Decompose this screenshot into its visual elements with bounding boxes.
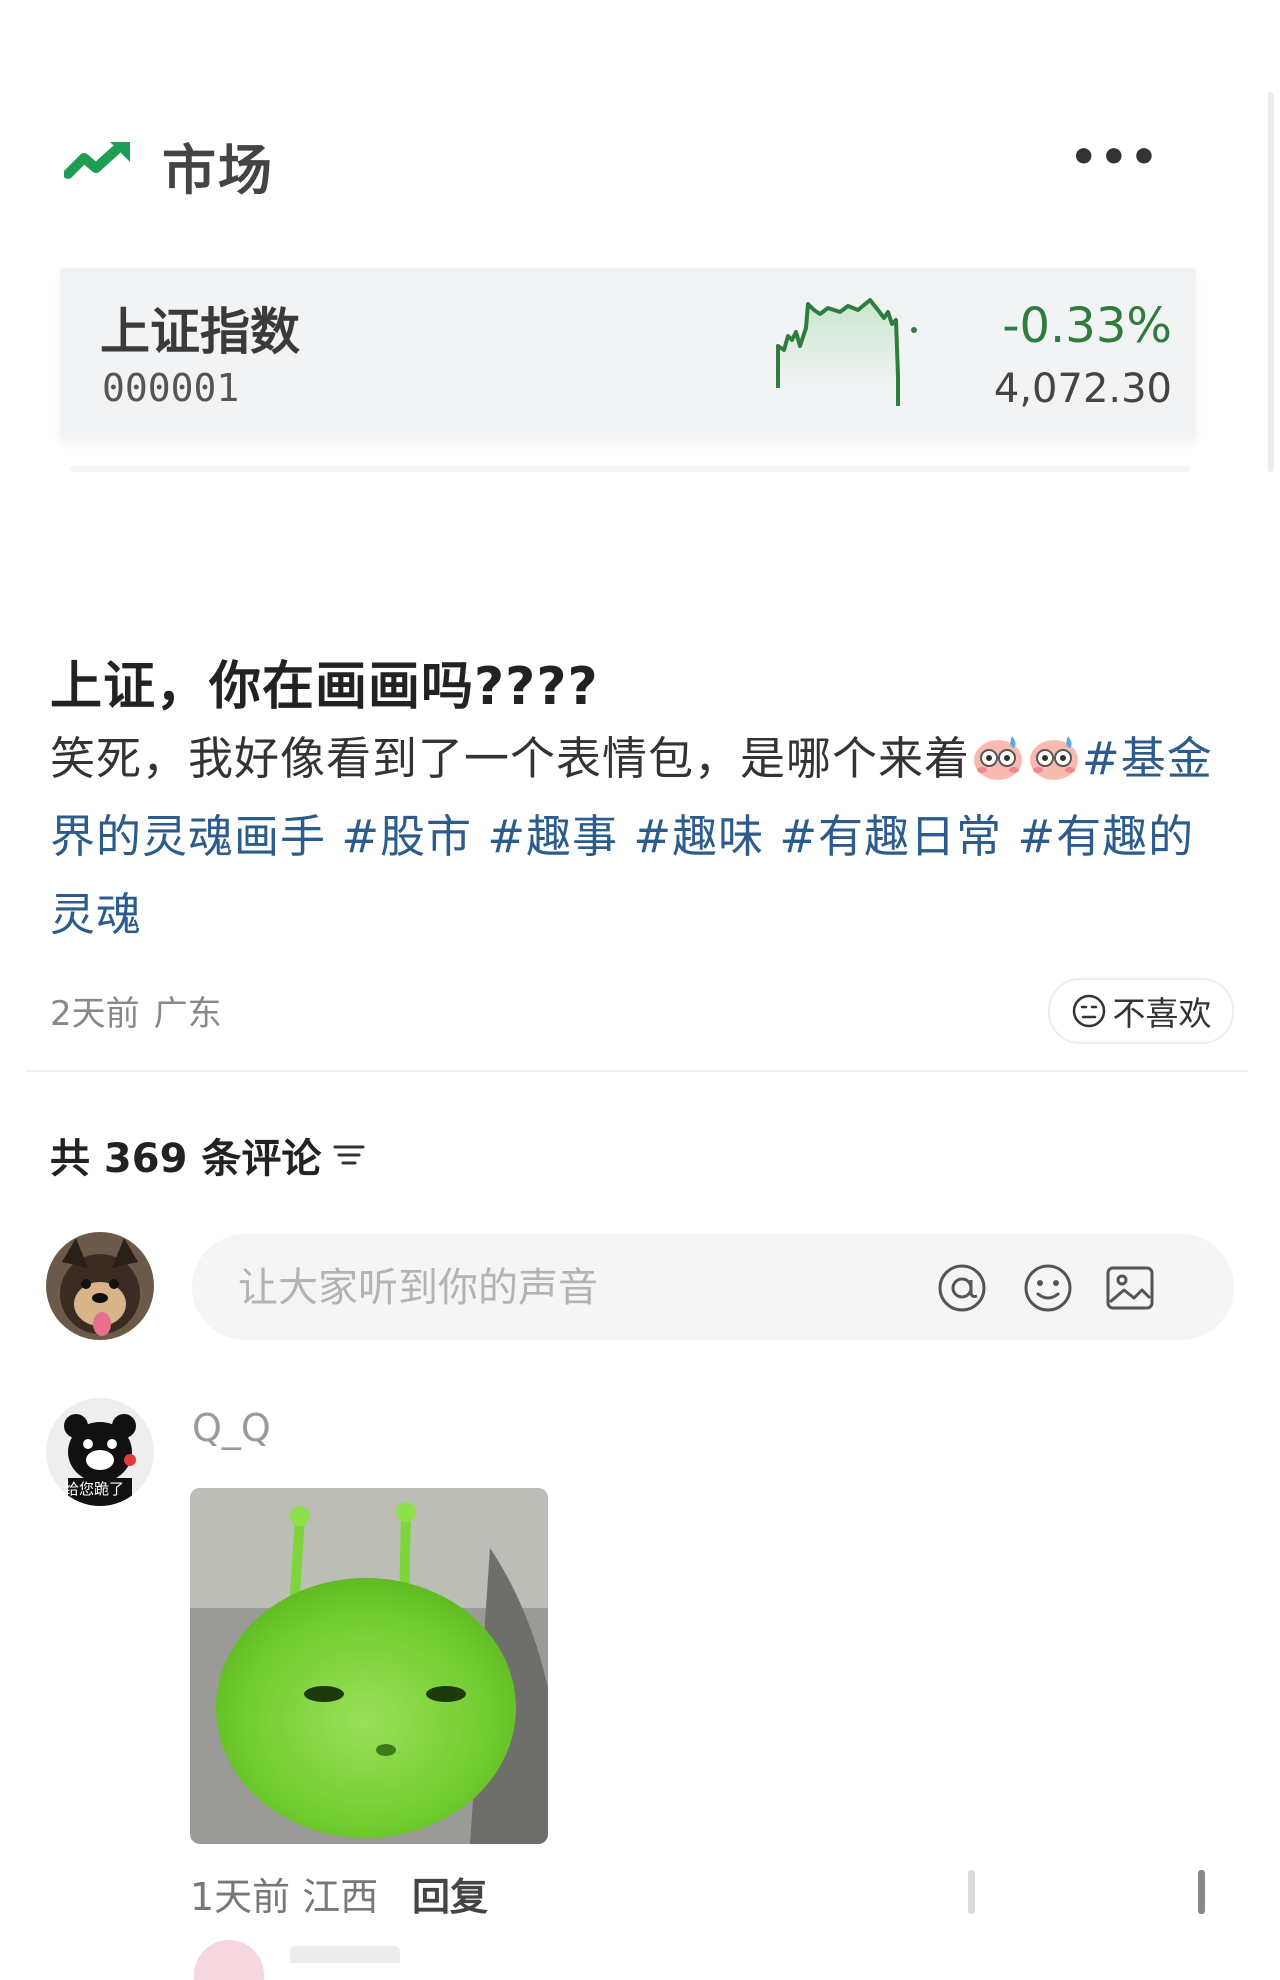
frown-icon [1072, 994, 1105, 1028]
scrollbar[interactable] [1268, 92, 1274, 472]
edge-mark [968, 1870, 975, 1914]
post-meta: 2天前 广东 [50, 986, 236, 1035]
blushing-sweat-emoji-icon [974, 736, 1023, 780]
sort-icon[interactable] [331, 1139, 367, 1171]
avatar-caption: 给您跪了 [64, 1480, 125, 1498]
dislike-button[interactable]: 不喜欢 [1048, 978, 1234, 1044]
comments-count-label: 共 369 条评论 [50, 1136, 322, 1182]
current-user-avatar[interactable] [46, 1232, 154, 1340]
market-trend-icon [64, 142, 130, 179]
next-commenter-avatar[interactable] [194, 1940, 264, 1980]
post-title: 上证，你在画画吗???? [50, 657, 599, 717]
hashtag-link[interactable]: #趣事 [487, 810, 618, 863]
divider [26, 1070, 1248, 1072]
index-change-percent: -0.33% [1002, 298, 1172, 354]
comments-count[interactable]: 共 369 条评论 [50, 1126, 367, 1184]
commenter-username[interactable]: Q_Q [192, 1406, 271, 1450]
card-bottom-edge [70, 466, 1190, 472]
green-cat-meme-image [190, 1488, 548, 1844]
comment-input-box[interactable] [192, 1234, 1234, 1340]
commenter-avatar[interactable]: 给您跪了 [46, 1398, 154, 1506]
next-commenter-name [290, 1946, 400, 1963]
comment-input[interactable] [236, 1254, 880, 1322]
index-price: 4,072.30 [993, 366, 1172, 412]
post-time: 2天前 [50, 994, 140, 1034]
edge-mark [1198, 1870, 1205, 1914]
blushing-sweat-emoji-icon [1030, 736, 1079, 780]
at-icon[interactable] [934, 1260, 990, 1316]
post-body-text: 笑死，我好像看到了一个表情包，是哪个来着 [50, 732, 971, 785]
emoji-icon[interactable] [1020, 1260, 1076, 1316]
reply-button[interactable]: 回复 [412, 1866, 488, 1921]
index-code: 000001 [102, 366, 240, 410]
comment-image[interactable] [190, 1488, 548, 1844]
dog-avatar-icon [46, 1232, 154, 1340]
index-sparkline [776, 298, 917, 406]
market-title: 市场 [162, 139, 274, 202]
hashtag-link[interactable]: #趣味 [633, 810, 764, 863]
image-icon[interactable] [1102, 1260, 1158, 1316]
comment-location: 江西 [302, 1875, 379, 1919]
hashtag-link[interactable]: #有趣日常 [779, 810, 1002, 863]
more-options-button[interactable]: ••• [1070, 132, 1160, 183]
hashtag-link[interactable]: #股市 [341, 810, 472, 863]
comment-time: 1天前 [190, 1875, 291, 1919]
dislike-label: 不喜欢 [1112, 994, 1212, 1033]
index-name: 上证指数 [100, 303, 300, 361]
stock-index-card[interactable]: 上证指数 000001 -0.33% 4,072.30 [60, 268, 1196, 438]
post-location: 广东 [153, 994, 222, 1034]
market-header: 市场 ••• [60, 120, 1180, 202]
comment-meta: 1天前 江西 [190, 1866, 378, 1921]
post-body: 笑死，我好像看到了一个表情包，是哪个来着 #基金界的灵魂画手 #股市 #趣事 #… [50, 720, 1230, 954]
